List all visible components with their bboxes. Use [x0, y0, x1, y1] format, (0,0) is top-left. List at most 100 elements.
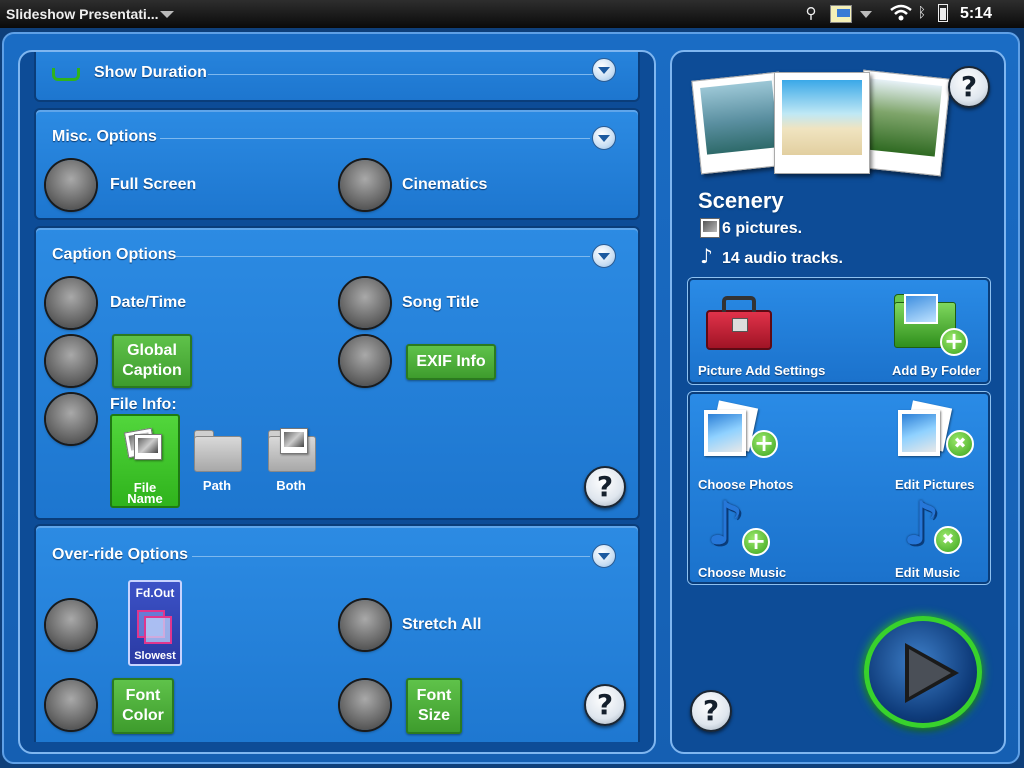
section-divider [208, 74, 598, 75]
toolbox-latch [732, 318, 748, 332]
stretch-all-toggle[interactable] [340, 600, 390, 650]
font-color-line1: Font [125, 687, 161, 704]
override-help-icon[interactable]: ? [584, 684, 626, 726]
font-size-line2: Size [417, 707, 450, 724]
toolbox-handle [722, 296, 756, 312]
exif-info-label: EXIF Info [416, 353, 486, 370]
wifi-icon [890, 4, 912, 24]
path-label: Path [202, 478, 232, 493]
music-note-icon: ♪ [700, 244, 713, 268]
file-name-line2: Name [127, 491, 163, 506]
play-icon-highlight [909, 649, 951, 697]
both-option[interactable]: Both [256, 414, 326, 508]
full-screen-label: Full Screen [110, 176, 197, 193]
folder-icon [194, 430, 242, 472]
app-title[interactable]: Slideshow Presentati... [6, 6, 159, 22]
notification-card-icon[interactable] [828, 4, 852, 24]
font-color-toggle[interactable] [46, 680, 96, 730]
exif-info-button[interactable]: EXIF Info [406, 344, 496, 380]
clock: 5:14 [960, 5, 993, 22]
edit-music-button[interactable]: ♪ ✖ [902, 494, 972, 558]
full-screen-toggle[interactable] [46, 160, 96, 210]
font-size-line1: Font [416, 687, 452, 704]
picture-add-settings-button[interactable] [702, 294, 774, 354]
override-options-title: Over-ride Options [52, 546, 189, 563]
override-options-section: Over-ride Options Fd.Out Slowest Stretch… [34, 524, 640, 742]
play-slideshow-button[interactable] [864, 616, 982, 728]
show-duration-section: Show Duration [34, 52, 640, 102]
file-info-toggle[interactable] [46, 394, 96, 444]
pictures-count: 6 pictures. [722, 220, 803, 237]
options-panel[interactable]: Show Duration Misc. Options Full Screen … [18, 50, 656, 754]
font-size-toggle[interactable] [340, 680, 390, 730]
global-caption-line2: Caption [122, 362, 182, 379]
pictures-icon [700, 218, 720, 238]
plus-icon: + [742, 528, 770, 556]
plus-icon: + [750, 430, 778, 458]
caption-options-chevron-icon[interactable] [592, 244, 616, 268]
status-menu-chevron-down-icon[interactable] [860, 11, 872, 18]
usb-icon: ⚲ [805, 5, 817, 22]
app-menu-chevron-down-icon[interactable] [160, 11, 174, 18]
tools-icon: ✖ [946, 430, 974, 458]
battery-icon [936, 4, 948, 24]
global-caption-line1: Global [127, 342, 177, 359]
song-title-toggle[interactable] [340, 278, 390, 328]
fade-out-toggle[interactable] [46, 600, 96, 650]
plus-icon: + [940, 328, 968, 356]
caption-options-section: Caption Options Date/Time Song Title Glo… [34, 226, 640, 520]
file-info-label: File Info: [110, 396, 177, 413]
caption-help-icon[interactable]: ? [584, 466, 626, 508]
section-divider [160, 138, 590, 139]
fade-out-label: Fd.Out [135, 586, 175, 600]
font-color-button[interactable]: Font Color [112, 678, 174, 734]
misc-options-section: Misc. Options Full Screen Cinematics [34, 108, 640, 220]
edit-pictures-button[interactable]: ✖ [898, 400, 974, 462]
audio-count: 14 audio tracks. [722, 250, 843, 267]
date-time-label: Date/Time [110, 294, 187, 311]
fade-out-speed-button[interactable]: Fd.Out Slowest [128, 580, 182, 666]
bluetooth-icon: ᛒ [917, 4, 927, 20]
cinematics-toggle[interactable] [340, 160, 390, 210]
photo-icon [280, 428, 308, 454]
misc-options-chevron-icon[interactable] [592, 126, 616, 150]
font-color-line2: Color [122, 707, 164, 724]
status-bar: Slideshow Presentati... ⚲ ᛒ 5:14 [0, 0, 1024, 28]
main-help-icon[interactable]: ? [690, 690, 732, 732]
section-divider [192, 556, 590, 557]
choose-photos-button[interactable]: + [704, 400, 778, 462]
edit-music-label[interactable]: Edit Music [895, 565, 960, 580]
path-option[interactable]: Path [182, 414, 252, 508]
add-by-folder-label[interactable]: Add By Folder [892, 363, 981, 378]
fade-speed-label: Slowest [134, 650, 176, 662]
tools-icon: ✖ [934, 526, 962, 554]
show-duration-title: Show Duration [94, 64, 207, 81]
duration-arrow-icon [52, 68, 80, 81]
add-by-folder-button[interactable]: + [894, 290, 968, 356]
show-duration-chevron-icon[interactable] [592, 58, 616, 82]
date-time-toggle[interactable] [46, 278, 96, 328]
font-size-button[interactable]: Font Size [406, 678, 462, 734]
folder-photo-icon [904, 294, 938, 324]
song-title-label: Song Title [402, 294, 480, 311]
picture-add-settings-label[interactable]: Picture Add Settings [698, 363, 825, 378]
cinematics-label: Cinematics [402, 176, 488, 193]
options-scroll-area[interactable]: Show Duration Misc. Options Full Screen … [34, 52, 642, 742]
caption-options-title: Caption Options [52, 246, 177, 263]
choose-music-button[interactable]: ♪ + [706, 494, 776, 558]
override-options-chevron-icon[interactable] [592, 544, 616, 568]
music-note-icon: ♪ [706, 489, 745, 559]
album-photo-2 [774, 72, 870, 174]
choose-music-label[interactable]: Choose Music [698, 565, 786, 580]
fade-square-icon [144, 616, 172, 644]
exif-info-toggle[interactable] [340, 336, 390, 386]
both-label: Both [276, 478, 306, 493]
file-name-option[interactable]: File Name [110, 414, 180, 508]
global-caption-button[interactable]: Global Caption [112, 334, 192, 388]
photo-stack-icon [134, 434, 162, 460]
section-divider [176, 256, 590, 257]
stretch-all-label: Stretch All [402, 616, 482, 633]
global-caption-toggle[interactable] [46, 336, 96, 386]
album-help-icon[interactable]: ? [948, 66, 990, 108]
album-name: Scenery [698, 188, 784, 213]
